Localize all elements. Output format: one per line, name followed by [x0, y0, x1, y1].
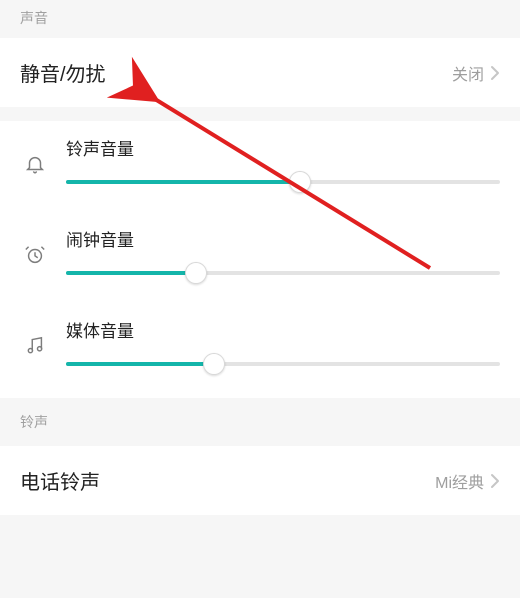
- slider-ringer-fill: [66, 180, 300, 184]
- section-header-ringtone: 铃声: [0, 398, 520, 446]
- slider-ringer[interactable]: [66, 180, 500, 184]
- alarm-clock-icon: [20, 244, 50, 266]
- slider-media-label: 媒体音量: [66, 317, 500, 342]
- music-note-icon: [20, 335, 50, 357]
- slider-ringer-label: 铃声音量: [66, 135, 500, 160]
- row-phone-ringtone-value: Mi经典: [435, 469, 484, 493]
- slider-row-media: 媒体音量: [0, 303, 520, 394]
- slider-alarm-thumb[interactable]: [185, 262, 207, 284]
- slider-media[interactable]: [66, 362, 500, 366]
- bell-icon: [20, 153, 50, 175]
- chevron-right-icon: [490, 473, 500, 489]
- row-silent-title: 静音/勿扰: [20, 58, 452, 87]
- chevron-right-icon: [490, 65, 500, 81]
- slider-ringer-thumb[interactable]: [289, 171, 311, 193]
- slider-alarm-fill: [66, 271, 196, 275]
- slider-row-alarm: 闹钟音量: [0, 212, 520, 303]
- slider-row-ringer: 铃声音量: [0, 121, 520, 212]
- slider-media-fill: [66, 362, 214, 366]
- section-header-sound-label: 声音: [20, 10, 48, 26]
- gap: [0, 107, 520, 121]
- section-header-ringtone-label: 铃声: [20, 414, 48, 430]
- row-silent-value: 关闭: [452, 61, 484, 85]
- slider-alarm[interactable]: [66, 271, 500, 275]
- row-phone-ringtone-title: 电话铃声: [20, 466, 435, 495]
- row-silent-dnd[interactable]: 静音/勿扰 关闭: [0, 38, 520, 107]
- section-header-sound: 声音: [0, 0, 520, 38]
- slider-media-thumb[interactable]: [203, 353, 225, 375]
- slider-alarm-label: 闹钟音量: [66, 226, 500, 251]
- row-phone-ringtone[interactable]: 电话铃声 Mi经典: [0, 446, 520, 515]
